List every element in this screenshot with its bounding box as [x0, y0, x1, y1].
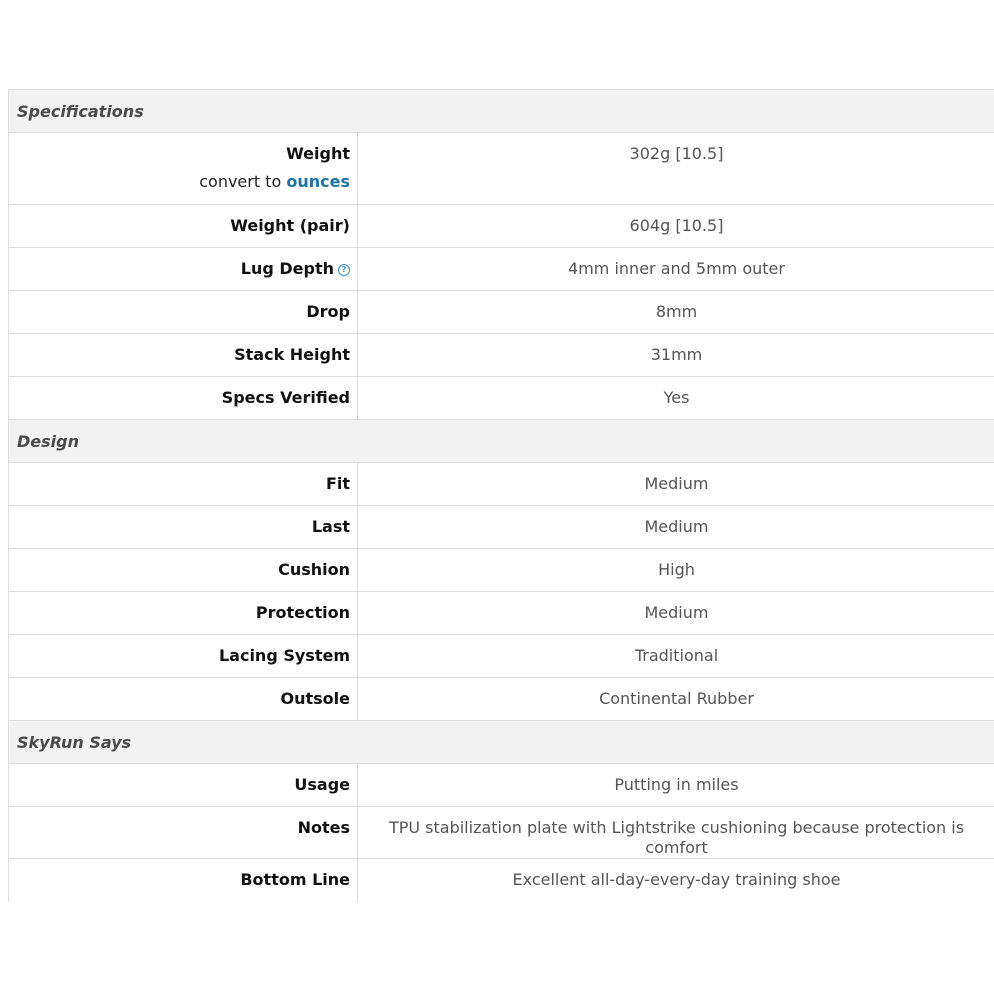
spec-value-last: Medium [644, 517, 709, 536]
spec-value-bottom-line: Excellent all-day-every-day training sho… [512, 870, 841, 889]
spec-value-drop: 8mm [655, 302, 698, 321]
spec-row-bottom-line: Bottom Line Excellent all-day-every-day … [9, 859, 994, 902]
spec-row-weight-pair: Weight (pair) 604g [10.5] [9, 205, 994, 248]
spec-label-lacing-system: Lacing System [9, 635, 358, 677]
spec-row-protection: Protection Medium [9, 592, 994, 635]
spec-label-protection: Protection [9, 592, 358, 634]
section-header-skyrun-says: SkyRun Says [9, 721, 994, 764]
spec-row-lacing-system: Lacing System Traditional [9, 635, 994, 678]
spec-label-drop: Drop [9, 291, 358, 333]
spec-row-lug-depth: Lug Depth? 4mm inner and 5mm outer [9, 248, 994, 291]
convert-text: convert to ounces [9, 172, 350, 192]
spec-label-cell: Lug Depth? [9, 248, 358, 290]
spec-label-weight: Weight [286, 144, 350, 163]
spec-row-notes: Notes TPU stabilization plate with Light… [9, 807, 994, 859]
spec-row-cushion: Cushion High [9, 549, 994, 592]
spec-row-usage: Usage Putting in miles [9, 764, 994, 807]
spec-label-specs-verified: Specs Verified [9, 377, 358, 419]
spec-label-fit: Fit [9, 463, 358, 505]
spec-label-notes: Notes [9, 807, 358, 858]
spec-value-usage: Putting in miles [614, 775, 739, 794]
spec-value-cushion: High [658, 560, 695, 579]
spec-value-outsole: Continental Rubber [599, 689, 754, 708]
spec-row-last: Last Medium [9, 506, 994, 549]
spec-value-specs-verified: Yes [663, 388, 690, 407]
spec-value-notes: TPU stabilization plate with Lightstrike… [388, 818, 965, 857]
spec-row-drop: Drop 8mm [9, 291, 994, 334]
spec-label-lug-depth: Lug Depth [240, 259, 334, 278]
spec-value-protection: Medium [644, 603, 709, 622]
spec-value-fit: Medium [644, 474, 709, 493]
spec-row-specs-verified: Specs Verified Yes [9, 377, 994, 420]
convert-ounces-link[interactable]: ounces [286, 172, 350, 191]
spec-label-cell: Weight convert to ounces [9, 133, 358, 204]
spec-row-outsole: Outsole Continental Rubber [9, 678, 994, 721]
spec-value-weight: 302g [10.5] [629, 144, 724, 163]
spec-value-lacing-system: Traditional [634, 646, 719, 665]
section-header-design: Design [9, 420, 994, 463]
convert-prefix: convert to [199, 172, 287, 191]
specs-table: Specifications Weight convert to ounces … [8, 89, 994, 902]
section-header-specifications: Specifications [9, 90, 994, 133]
spec-label-weight-pair: Weight (pair) [9, 205, 358, 247]
spec-value-lug-depth: 4mm inner and 5mm outer [568, 259, 785, 278]
spec-value-stack-height: 31mm [650, 345, 703, 364]
spec-label-cushion: Cushion [9, 549, 358, 591]
spec-label-stack-height: Stack Height [9, 334, 358, 376]
spec-label-usage: Usage [9, 764, 358, 806]
help-icon[interactable]: ? [338, 263, 350, 276]
spec-label-last: Last [9, 506, 358, 548]
spec-label-bottom-line: Bottom Line [9, 859, 358, 902]
spec-row-stack-height: Stack Height 31mm [9, 334, 994, 377]
spec-value-weight-pair: 604g [10.5] [629, 216, 724, 235]
spec-label-outsole: Outsole [9, 678, 358, 720]
spec-row-weight: Weight convert to ounces 302g [10.5] [9, 133, 994, 205]
spec-row-fit: Fit Medium [9, 463, 994, 506]
